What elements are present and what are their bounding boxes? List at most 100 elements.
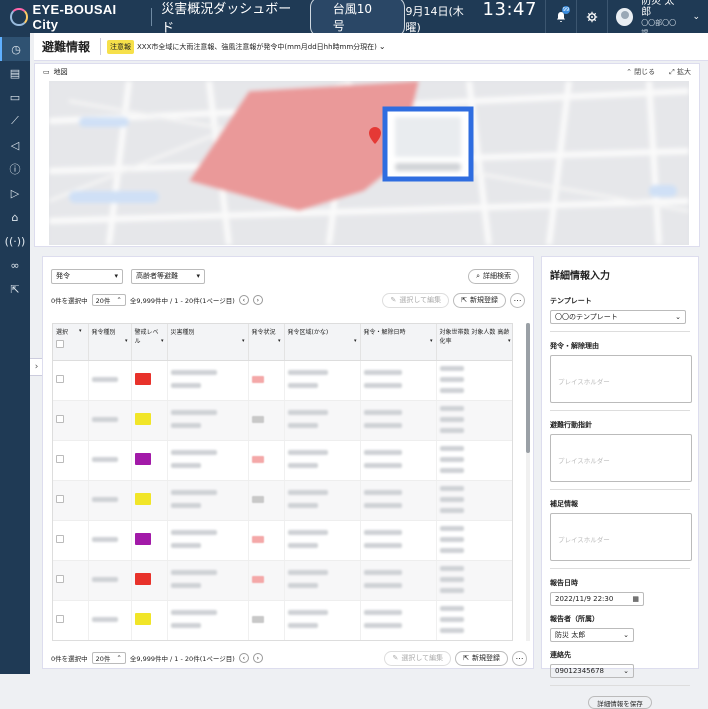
- map-canvas[interactable]: [49, 81, 689, 245]
- row-checkbox[interactable]: [56, 455, 64, 463]
- sidebar-item-map[interactable]: ▭: [0, 85, 30, 109]
- sidebar-item-info[interactable]: ⓘ: [0, 157, 30, 181]
- template-select[interactable]: 〇〇のテンプレート ⌄: [550, 310, 686, 324]
- new-register-button[interactable]: ⇱ 新規登録: [455, 650, 508, 666]
- report-date-field[interactable]: 2022/11/9 22:30 ▦: [550, 592, 644, 606]
- sidebar-item-chart[interactable]: ⟋: [0, 109, 30, 133]
- table-row[interactable]: [53, 440, 512, 481]
- issuance-type-cell: [88, 560, 132, 601]
- target-cell: [436, 640, 513, 641]
- row-checkbox[interactable]: [56, 615, 64, 623]
- prev-page-button[interactable]: ‹: [238, 295, 249, 305]
- table-row[interactable]: [53, 360, 512, 401]
- datetime-cell: [360, 520, 437, 561]
- sidebar-item-broadcast[interactable]: ((·)): [0, 229, 30, 253]
- target-cell: [436, 360, 512, 401]
- save-detail-button[interactable]: 詳細情報を保存: [588, 696, 652, 709]
- sidebar-item-dashboard[interactable]: ◷: [0, 37, 30, 61]
- table-row[interactable]: [53, 560, 512, 601]
- reason-textarea[interactable]: プレイスホルダー: [550, 355, 692, 403]
- user-menu[interactable]: 防災 太郎 〇〇部〇〇課 ⌄: [606, 0, 708, 37]
- row-checkbox-cell[interactable]: [53, 480, 89, 521]
- alert-level-cell: [131, 440, 168, 481]
- row-checkbox-cell[interactable]: [53, 520, 89, 561]
- guidance-textarea[interactable]: プレイスホルダー: [550, 434, 692, 482]
- col-disaster-type[interactable]: 災害種別 ▾: [167, 324, 249, 361]
- divider: [550, 410, 690, 411]
- select-all-checkbox[interactable]: [56, 340, 64, 348]
- row-checkbox-cell[interactable]: [53, 600, 89, 640]
- map-label: 地図: [53, 68, 68, 76]
- issuance-type-cell: [88, 640, 131, 641]
- issuance-status-cell: [248, 400, 285, 441]
- user-name: 防災 太郎: [641, 0, 675, 18]
- scrollbar-thumb[interactable]: [526, 323, 530, 453]
- typhoon-selector[interactable]: 台風10号: [309, 0, 406, 37]
- contact-select[interactable]: 09012345678 ⌄: [550, 664, 634, 678]
- issuance-type-cell: [88, 600, 132, 640]
- reporter-select[interactable]: 防災 太郎 ⌄: [550, 628, 634, 642]
- col-issuance-type[interactable]: 発令種別 ▾: [88, 324, 132, 361]
- divider: [151, 7, 153, 26]
- calendar-icon[interactable]: ▦: [632, 595, 639, 603]
- datetime-cell: [360, 480, 437, 521]
- sidebar-item-shelter[interactable]: ⌂: [0, 205, 30, 229]
- row-checkbox[interactable]: [56, 495, 64, 503]
- alert-level-swatch: [134, 453, 151, 465]
- table-row[interactable]: [53, 400, 512, 441]
- row-checkbox-cell[interactable]: [53, 360, 89, 401]
- alert-level-swatch: [134, 413, 151, 425]
- sidebar-item-announce[interactable]: ◁: [0, 133, 30, 157]
- settings-button[interactable]: [575, 0, 607, 33]
- category-filter[interactable]: 高齢者等避難 ▾: [131, 268, 205, 284]
- table-scrollbar[interactable]: [526, 323, 530, 641]
- more-menu-button[interactable]: ⋯: [510, 292, 525, 308]
- notification-button[interactable]: 99: [544, 0, 576, 33]
- prev-page-button[interactable]: ‹: [238, 653, 249, 663]
- more-menu-button[interactable]: ⋯: [512, 650, 527, 666]
- row-checkbox-cell[interactable]: [53, 440, 89, 481]
- row-checkbox[interactable]: [56, 535, 64, 543]
- col-alert-level[interactable]: 警戒レベル ▾: [131, 324, 168, 361]
- row-checkbox[interactable]: [56, 375, 64, 383]
- row-checkbox-cell[interactable]: [53, 400, 89, 441]
- table-row[interactable]: [53, 600, 512, 640]
- sidebar-item-video[interactable]: ▷: [0, 181, 30, 205]
- col-issuance-status[interactable]: 発令状況 ▾: [248, 324, 285, 361]
- select-edit-button[interactable]: ✎ 選択して編集: [382, 292, 450, 308]
- col-select[interactable]: 選択 ▾: [53, 324, 89, 361]
- divider: [550, 331, 690, 332]
- issuance-filter[interactable]: 発令 ▾: [51, 268, 123, 284]
- map-expand-button[interactable]: ⤢ 拡大: [669, 67, 691, 77]
- chevron-down-icon: ⌄: [692, 11, 700, 22]
- row-checkbox-cell[interactable]: [53, 560, 89, 601]
- status-badge: [251, 375, 264, 383]
- col-target[interactable]: 対象世帯数 対象人数 高齢化率 ▾: [436, 324, 512, 361]
- issuance-status-cell: [248, 480, 285, 521]
- row-checkbox[interactable]: [56, 575, 64, 583]
- avatar: [615, 7, 634, 26]
- table-row[interactable]: [53, 520, 512, 561]
- col-datetime[interactable]: 発令・解除日時 ▾: [360, 324, 437, 361]
- chevron-down-icon[interactable]: ⌄: [379, 42, 386, 51]
- page-size-select[interactable]: 20件 ⌃: [91, 652, 126, 664]
- alert-ticker[interactable]: XXX市全域に大雨注意報、強風注意報が発令中(mm月dd日hh時mm分現在): [137, 42, 377, 52]
- table-row[interactable]: [53, 480, 512, 521]
- next-page-button[interactable]: ›: [252, 653, 263, 663]
- supplement-textarea[interactable]: プレイスホルダー: [550, 513, 692, 561]
- col-area[interactable]: 発令区域(かな) ▾: [284, 324, 361, 361]
- app-logo[interactable]: EYE-BOUSAI City: [10, 2, 142, 32]
- row-checkbox[interactable]: [56, 415, 64, 423]
- advanced-search-button[interactable]: ⌕ 詳細検索: [468, 268, 519, 284]
- sidebar-item-report[interactable]: ▤: [0, 61, 30, 85]
- select-edit-button[interactable]: ✎ 選択して編集: [384, 650, 452, 666]
- target-cell: [436, 440, 512, 481]
- new-register-button[interactable]: ⇱ 新規登録: [453, 292, 506, 308]
- row-checkbox-cell[interactable]: [53, 640, 88, 641]
- next-page-button[interactable]: ›: [252, 295, 263, 305]
- table-row[interactable]: [53, 640, 513, 641]
- page-size-select[interactable]: 20件 ⌃: [91, 294, 126, 306]
- sidebar-item-external[interactable]: ⇱: [0, 277, 30, 301]
- sidebar-item-link[interactable]: ∞: [0, 253, 30, 277]
- map-close-button[interactable]: ⌃ 閉じる: [626, 67, 655, 77]
